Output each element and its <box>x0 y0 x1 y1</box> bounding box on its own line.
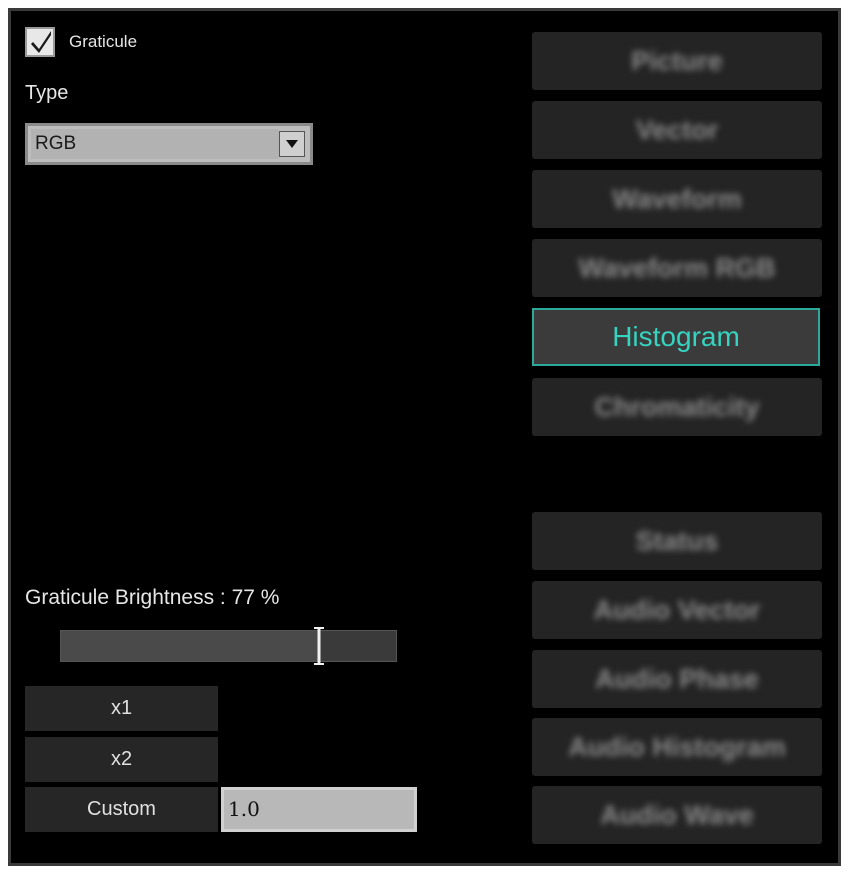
custom-zoom-input[interactable]: 1.0 <box>221 787 417 832</box>
view-label: Audio Histogram <box>568 731 786 762</box>
slider-thumb[interactable] <box>314 626 324 666</box>
view-button-audio-phase[interactable]: Audio Phase <box>532 650 822 708</box>
window: Graticule Type RGB Picture Vector Wavefo… <box>0 0 849 874</box>
type-select-value: RGB <box>31 129 279 159</box>
graticule-label: Graticule <box>69 32 138 51</box>
view-label: Audio Phase <box>595 663 759 694</box>
chevron-down-icon[interactable] <box>279 131 305 157</box>
type-select[interactable]: RGB <box>25 123 313 165</box>
zoom-x2-button[interactable]: x2 <box>25 737 218 782</box>
view-label: Picture <box>631 45 723 76</box>
view-label: Chromaticity <box>594 391 760 422</box>
view-label: Histogram <box>612 321 740 352</box>
view-label: Waveform <box>612 183 742 214</box>
view-button-waveform-rgb[interactable]: Waveform RGB <box>532 239 822 297</box>
brightness-label: Graticule Brightness : 77 % <box>25 586 280 609</box>
view-button-chromaticity[interactable]: Chromaticity <box>532 378 822 436</box>
graticule-row[interactable]: Graticule <box>25 25 137 59</box>
view-label: Audio Vector <box>593 594 761 625</box>
view-label: Audio Wave <box>600 799 754 830</box>
view-button-histogram[interactable]: Histogram <box>532 308 820 366</box>
view-button-audio-vector[interactable]: Audio Vector <box>532 581 822 639</box>
view-button-waveform[interactable]: Waveform <box>532 170 822 228</box>
view-button-vector[interactable]: Vector <box>532 101 822 159</box>
zoom-custom-button[interactable]: Custom <box>25 787 218 832</box>
view-label: Vector <box>635 114 719 145</box>
type-label: Type <box>25 82 69 104</box>
zoom-x1-button[interactable]: x1 <box>25 686 218 731</box>
view-button-status[interactable]: Status <box>532 512 822 570</box>
view-label: Waveform RGB <box>578 252 776 283</box>
brightness-slider[interactable] <box>60 627 397 665</box>
checkmark-icon <box>31 31 51 53</box>
graticule-checkbox[interactable] <box>25 27 55 57</box>
view-button-audio-wave[interactable]: Audio Wave <box>532 786 822 844</box>
view-button-audio-histogram[interactable]: Audio Histogram <box>532 718 822 776</box>
brightness-slider-fill <box>61 631 319 661</box>
view-button-picture[interactable]: Picture <box>532 32 822 90</box>
view-label: Status <box>635 525 719 556</box>
